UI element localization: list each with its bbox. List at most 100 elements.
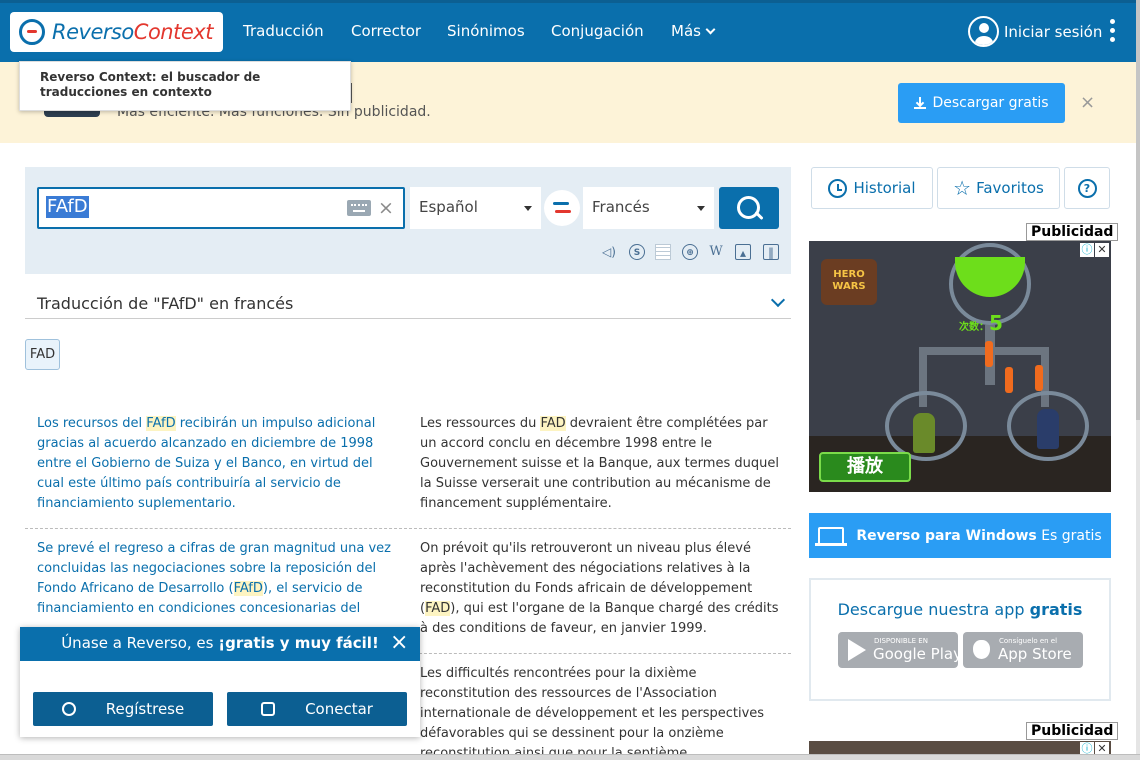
google-play-badge[interactable]: DISPONIBLE EN Google Play: [838, 632, 962, 668]
ad-pin: [985, 341, 993, 367]
login-icon: [261, 702, 276, 716]
help-icon: ?: [1077, 178, 1097, 198]
nav-sinonimos[interactable]: Sinónimos: [447, 22, 525, 40]
keyboard-icon[interactable]: [347, 200, 371, 216]
apple-icon: [973, 640, 990, 659]
join-popup-title: Únase a Reverso, es ¡gratis y muy fácil!: [20, 627, 420, 661]
search-input-value[interactable]: FAfD: [46, 196, 89, 218]
app-store-badge[interactable]: Consíguelo en el App Store: [963, 632, 1083, 668]
windows-label-bold: Reverso para Windows: [856, 527, 1037, 544]
register-button[interactable]: Regístrese: [33, 692, 213, 726]
join-close-icon[interactable]: ×: [390, 632, 408, 654]
target-language-value: Francés: [592, 198, 650, 216]
join-title-text: Únase a Reverso, es: [61, 634, 219, 652]
ad-pin: [1005, 367, 1013, 393]
help-button[interactable]: ?: [1064, 167, 1110, 209]
nav-traduccion[interactable]: Traducción: [243, 22, 324, 40]
more-options-icon[interactable]: [1110, 19, 1116, 45]
register-label: Regístrese: [105, 700, 185, 718]
bottom-bar: [0, 754, 1140, 760]
book-icon[interactable]: ‖: [763, 244, 779, 260]
ad-play-button[interactable]: 播放: [819, 452, 911, 482]
grid-icon[interactable]: [655, 244, 671, 260]
highlighted-term: FAfD: [233, 581, 263, 596]
reverso-windows-button[interactable]: Reverso para Windows Es gratis: [809, 513, 1111, 558]
google-play-big: Google Play: [873, 645, 962, 663]
login-label: Iniciar sesión: [1004, 22, 1103, 41]
example-source[interactable]: Los recursos del FAfD recibirán un impul…: [37, 414, 392, 514]
game-advertisement[interactable]: HERO WARS 次数：5 播放: [809, 241, 1111, 492]
ad-goblin: [913, 413, 935, 453]
example-target[interactable]: Les difficultés rencontrées pour la dixi…: [420, 664, 782, 760]
ad-info-icon[interactable]: ⓘ: [1080, 243, 1094, 257]
example-text: Les difficultés rencontrées pour la dixi…: [420, 666, 765, 760]
logo-text-reverso: Reverso: [52, 20, 134, 44]
ad-pipe: [919, 347, 1049, 355]
join-title-bold: ¡gratis y muy fácil!: [218, 634, 379, 652]
google-play-icon: [848, 639, 866, 661]
example-text: ), qui est l'organe de la Banque chargé …: [420, 601, 779, 636]
header-top-border: [0, 0, 1140, 3]
nav-corrector[interactable]: Corrector: [351, 22, 421, 40]
logo-text-context: Context: [133, 20, 214, 44]
star-icon: ☆: [953, 176, 972, 200]
ad-label: Publicidad: [1026, 223, 1119, 241]
speaker-icon[interactable]: ◁): [601, 244, 617, 260]
source-language-value: Español: [419, 198, 478, 216]
translation-title: Traducción de "FAfD" en francés: [37, 294, 294, 313]
logo-tooltip: Reverso Context: el buscador de traducci…: [19, 61, 351, 111]
clear-search-icon[interactable]: ×: [378, 197, 394, 219]
history-button[interactable]: Historial: [811, 167, 933, 209]
login-button[interactable]: Iniciar sesión: [968, 16, 1102, 47]
ad-counter-label: 次数：: [959, 322, 989, 333]
join-popup: Únase a Reverso, es ¡gratis y muy fácil!…: [20, 627, 420, 737]
highlighted-term: FAfD: [146, 416, 176, 431]
globe-icon[interactable]: ⊕: [682, 244, 698, 260]
connect-button[interactable]: Conectar: [227, 692, 407, 726]
history-label: Historial: [853, 179, 916, 197]
chevron-down-icon: [705, 24, 716, 35]
user-icon: [968, 16, 999, 47]
hero-wars-logo: HERO WARS: [821, 259, 877, 305]
swap-languages-icon[interactable]: [544, 190, 580, 226]
app-store-small: Consíguelo en el: [999, 637, 1058, 645]
divider: [25, 318, 791, 319]
app-download-title: Descargue nuestra app gratis: [811, 600, 1109, 619]
wikipedia-icon[interactable]: W: [708, 244, 724, 260]
s-circle-icon[interactable]: S: [629, 244, 645, 260]
translation-chip[interactable]: FAD: [25, 339, 60, 370]
example-text: Les ressources du: [420, 416, 541, 431]
reverso-logo[interactable]: ReversoContext: [10, 12, 223, 52]
nav-mas-label: Más: [671, 22, 701, 40]
download-icon: [914, 97, 927, 109]
download-free-button[interactable]: Descargar gratis: [898, 83, 1065, 123]
source-language-select[interactable]: Español: [410, 187, 541, 229]
ad-label: Publicidad: [1026, 722, 1119, 740]
favorites-button[interactable]: ☆ Favoritos: [937, 167, 1060, 209]
logo-text: ReversoContext: [52, 20, 213, 44]
laptop-icon: [815, 526, 848, 546]
banner-close-icon[interactable]: ×: [1080, 92, 1095, 113]
target-language-select[interactable]: Francés: [583, 187, 714, 229]
example-target[interactable]: On prévoit qu'ils retrouveront un niveau…: [420, 539, 782, 639]
app-download-box: Descargue nuestra app gratis DISPONIBLE …: [809, 578, 1111, 701]
reverso-logo-icon: [19, 19, 45, 45]
example-target[interactable]: Les ressources du FAD devraient être com…: [420, 414, 782, 514]
example-source[interactable]: Se prevé el regreso a cifras de gran mag…: [37, 539, 392, 619]
ad-close-icon[interactable]: ✕: [1095, 243, 1109, 257]
search-button[interactable]: [719, 187, 779, 229]
chevron-down-icon[interactable]: [770, 292, 786, 308]
top-navbar: ReversoContext Traducción Corrector Sinó…: [0, 0, 1140, 62]
windows-label-free: Es gratis: [1036, 527, 1102, 544]
connect-label: Conectar: [305, 700, 373, 718]
app-title-text: Descargue nuestra app: [837, 600, 1030, 619]
nav-conjugacion[interactable]: Conjugación: [551, 22, 644, 40]
history-icon: [828, 178, 848, 198]
app-title-bold: gratis: [1029, 600, 1083, 619]
google-play-small: DISPONIBLE EN: [874, 637, 928, 645]
nav-mas[interactable]: Más: [671, 22, 716, 40]
ad-pin: [1035, 365, 1043, 391]
image-icon[interactable]: ▴: [735, 244, 751, 260]
highlighted-term: FAD: [540, 416, 566, 431]
scrollbar-thumb[interactable]: [1136, 0, 1140, 420]
